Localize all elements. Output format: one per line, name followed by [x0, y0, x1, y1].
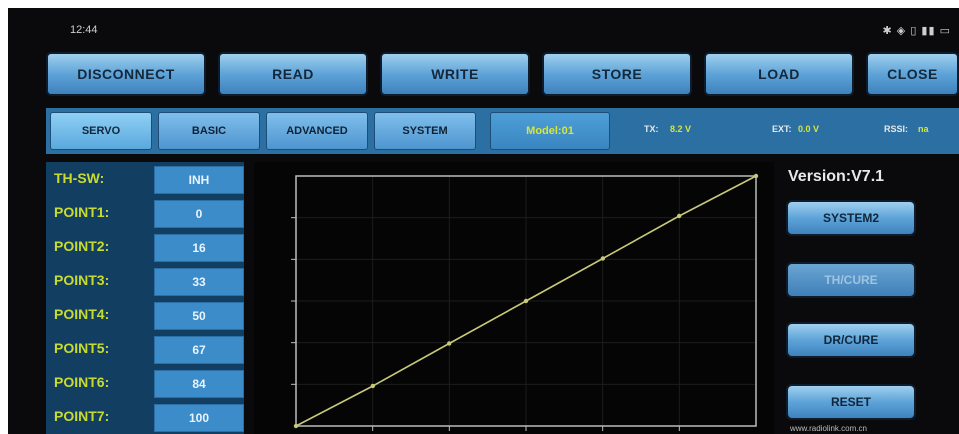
curve-point-2: [370, 383, 376, 389]
tx-value: 8.2 V: [670, 124, 692, 134]
dr-curve-button[interactable]: DR/CURE: [786, 322, 916, 358]
tx-label: TX:: [644, 124, 659, 134]
ext-value: 0.0 V: [798, 124, 820, 134]
status-icons: ✱ ◈ ▯ ▮▮ ▭: [882, 25, 951, 37]
point-row-4: POINT4: 50: [46, 300, 244, 330]
curve-chart-area: [254, 162, 774, 434]
top-toolbar: DISCONNECT READ WRITE STORE LOAD CLOSE: [46, 52, 959, 100]
read-button[interactable]: READ: [218, 52, 368, 96]
point-value-thsw[interactable]: INH: [154, 166, 244, 194]
th-curve-button[interactable]: TH/CURE: [786, 262, 916, 298]
tab-bar: SERVO BASIC ADVANCED SYSTEM Model:01 TX:…: [46, 108, 959, 154]
model-badge: Model:01: [490, 112, 610, 150]
point-row-3: POINT3: 33: [46, 266, 244, 296]
point-value-5[interactable]: 67: [154, 336, 244, 364]
point-value-7[interactable]: 100: [154, 404, 244, 432]
point-label: POINT2:: [54, 238, 110, 254]
curve-point-1: [293, 423, 299, 429]
point-value-6[interactable]: 84: [154, 370, 244, 398]
point-label: POINT4:: [54, 306, 110, 322]
app-screen: 12:44 ✱ ◈ ▯ ▮▮ ▭ DISCONNECT READ WRITE S…: [8, 8, 959, 434]
curve-point-4: [523, 298, 529, 304]
point-label: POINT3:: [54, 272, 110, 288]
point-label: POINT7:: [54, 408, 110, 424]
point-label: TH-SW:: [54, 170, 105, 186]
curve-chart[interactable]: [254, 162, 774, 434]
point-label: POINT6:: [54, 374, 110, 390]
rssi-label: RSSI:: [884, 124, 909, 134]
system2-button[interactable]: SYSTEM2: [786, 200, 916, 236]
tab-basic[interactable]: BASIC: [158, 112, 260, 150]
load-button[interactable]: LOAD: [704, 52, 854, 96]
point-value-1[interactable]: 0: [154, 200, 244, 228]
write-button[interactable]: WRITE: [380, 52, 530, 96]
point-row-6: POINT6: 84: [46, 368, 244, 398]
ext-label: EXT:: [772, 124, 792, 134]
disconnect-button[interactable]: DISCONNECT: [46, 52, 206, 96]
curve-point-6: [676, 213, 682, 219]
tab-advanced[interactable]: ADVANCED: [266, 112, 368, 150]
close-button[interactable]: CLOSE: [866, 52, 959, 96]
curve-point-5: [600, 256, 606, 261]
point-row-5: POINT5: 67: [46, 334, 244, 364]
point-row-1: POINT1: 0: [46, 198, 244, 228]
right-panel: Version:V7.1 SYSTEM2 TH/CURE DR/CURE RES…: [776, 162, 959, 434]
curve-point-3: [446, 341, 452, 346]
point-row-thsw: TH-SW: INH: [46, 164, 244, 194]
point-value-2[interactable]: 16: [154, 234, 244, 262]
store-button[interactable]: STORE: [542, 52, 692, 96]
reset-button[interactable]: RESET: [786, 384, 916, 420]
tab-servo[interactable]: SERVO: [50, 112, 152, 150]
point-row-2: POINT2: 16: [46, 232, 244, 262]
point-row-7: POINT7: 100: [46, 402, 244, 432]
status-time: 12:44: [70, 24, 98, 36]
point-panel: TH-SW: INH POINT1: 0 POINT2: 16 POINT3: …: [46, 162, 244, 434]
status-bar: 12:44 ✱ ◈ ▯ ▮▮ ▭: [8, 8, 959, 44]
point-value-3[interactable]: 33: [154, 268, 244, 296]
tab-system[interactable]: SYSTEM: [374, 112, 476, 150]
website-url: www.radiolink.com.cn: [790, 424, 867, 433]
curve-point-7: [753, 173, 759, 179]
version-label: Version:V7.1: [788, 168, 885, 185]
point-label: POINT5:: [54, 340, 110, 356]
point-value-4[interactable]: 50: [154, 302, 244, 330]
point-label: POINT1:: [54, 204, 110, 220]
rssi-value: na: [918, 124, 929, 134]
